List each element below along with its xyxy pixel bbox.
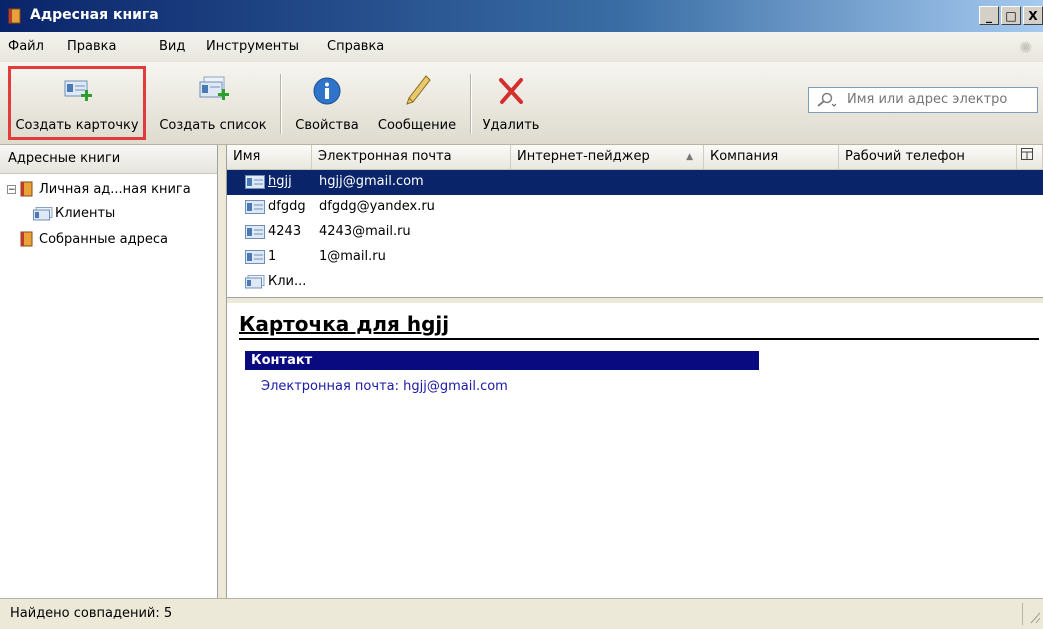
message-button[interactable]: Сообщение: [370, 72, 464, 133]
row-name: hgjj: [268, 174, 292, 189]
throbber-icon: ✺: [1019, 38, 1033, 57]
contact-section-header: Контакт: [245, 351, 759, 370]
search-input[interactable]: [845, 91, 1035, 108]
column-header-name[interactable]: Имя: [227, 145, 312, 169]
maximize-button[interactable]: □: [1001, 6, 1021, 25]
list-icon: [33, 206, 53, 220]
row-name: 1: [268, 249, 277, 264]
book-icon: [20, 181, 33, 197]
address-books-header: Адресные книги: [0, 145, 217, 174]
row-email: dfgdg@yandex.ru: [319, 199, 435, 214]
tree-item-clients[interactable]: Клиенты: [33, 206, 115, 221]
toolbar: Создать карточку Создать список Свойства: [0, 62, 1043, 145]
sort-ascending-icon: ▲: [686, 152, 693, 162]
address-books-pane: Адресные книги − Личная ад...ная книга К…: [0, 145, 218, 598]
properties-label: Свойства: [295, 118, 359, 133]
window-title: Адресная книга: [30, 7, 159, 23]
search-box[interactable]: [808, 87, 1038, 113]
card-preview: Карточка для hgjj Контакт Электронная по…: [227, 303, 1043, 598]
minimize-button[interactable]: _: [979, 6, 999, 25]
tree-item-label: Клиенты: [55, 206, 116, 221]
table-row[interactable]: dfgdg dfgdg@yandex.ru: [227, 195, 1043, 220]
message-label: Сообщение: [377, 118, 457, 133]
menu-help[interactable]: Справка: [327, 39, 384, 54]
book-icon: [20, 231, 33, 247]
tree-item-label: Личная ад...ная книга: [39, 181, 191, 197]
toolbar-separator: [470, 74, 472, 134]
menu-view[interactable]: Вид: [159, 39, 185, 54]
contact-card-icon: [245, 250, 265, 264]
new-card-button[interactable]: Создать карточку: [11, 72, 143, 133]
delete-x-icon: [499, 78, 523, 104]
column-header-email[interactable]: Электронная почта: [312, 145, 511, 169]
column-header-work-phone[interactable]: Рабочий телефон: [839, 145, 1017, 169]
menu-edit[interactable]: Правка: [67, 39, 116, 54]
table-row[interactable]: Кли...: [227, 270, 1043, 295]
delete-button[interactable]: Удалить: [478, 72, 544, 133]
mailing-list-icon: [245, 275, 265, 289]
pencil-icon: [406, 75, 431, 105]
new-card-icon: [64, 80, 92, 101]
new-card-label: Создать карточку: [15, 118, 139, 133]
delete-label: Удалить: [482, 118, 540, 133]
menu-file[interactable]: Файл: [8, 39, 44, 54]
new-list-icon: [199, 76, 229, 100]
toolbar-separator: [280, 74, 282, 134]
tree-item-label: Собранные адреса: [39, 231, 168, 247]
resize-grip-icon[interactable]: [1022, 603, 1043, 625]
info-icon: [313, 77, 341, 105]
new-list-button[interactable]: Создать список: [152, 72, 274, 133]
row-email: 4243@mail.ru: [319, 224, 411, 239]
contact-card-icon: [245, 225, 265, 239]
contacts-list: Имя Электронная почта Интернет-пейджер ▲…: [227, 145, 1043, 297]
contact-card-icon: [245, 175, 265, 189]
title-bar: Адресная книга _ □ X: [0, 0, 1043, 32]
vertical-splitter[interactable]: [218, 145, 227, 598]
card-title-text: Карточка для hgjj: [239, 312, 450, 336]
properties-button[interactable]: Свойства: [289, 72, 365, 133]
row-email: hgjj@gmail.com: [319, 174, 424, 189]
new-list-label: Создать список: [159, 118, 267, 133]
collapse-icon[interactable]: −: [7, 184, 16, 194]
row-email: 1@mail.ru: [319, 249, 386, 264]
search-icon: [817, 92, 837, 107]
table-row[interactable]: 1 1@mail.ru: [227, 245, 1043, 270]
close-button[interactable]: X: [1023, 6, 1043, 25]
tree-item-personal[interactable]: − Личная ад...ная книга: [7, 181, 191, 197]
address-book-icon: [8, 8, 21, 24]
column-picker-icon[interactable]: [1017, 145, 1043, 169]
column-header-pager[interactable]: Интернет-пейджер ▲: [511, 145, 704, 169]
tree-item-collected[interactable]: Собранные адреса: [20, 231, 168, 247]
status-text: Найдено совпадений: 5: [10, 606, 173, 621]
row-name: dfgdg: [268, 199, 306, 214]
status-bar: Найдено совпадений: 5: [0, 598, 1043, 628]
menu-bar: Файл Правка Вид Инструменты Справка ✺: [0, 32, 1043, 62]
card-email-line[interactable]: Электронная почта: hgjj@gmail.com: [261, 379, 508, 394]
table-row[interactable]: 4243 4243@mail.ru: [227, 220, 1043, 245]
contact-card-icon: [245, 200, 265, 214]
row-name: 4243: [268, 224, 302, 239]
column-header-company[interactable]: Компания: [704, 145, 839, 169]
column-header-pager-label: Интернет-пейджер: [517, 149, 650, 164]
card-title: Карточка для hgjj: [239, 312, 1039, 340]
menu-tools[interactable]: Инструменты: [206, 39, 299, 54]
table-row[interactable]: hgjj hgjj@gmail.com: [227, 170, 1043, 195]
column-headers: Имя Электронная почта Интернет-пейджер ▲…: [227, 145, 1043, 170]
row-name: Кли...: [268, 274, 307, 289]
